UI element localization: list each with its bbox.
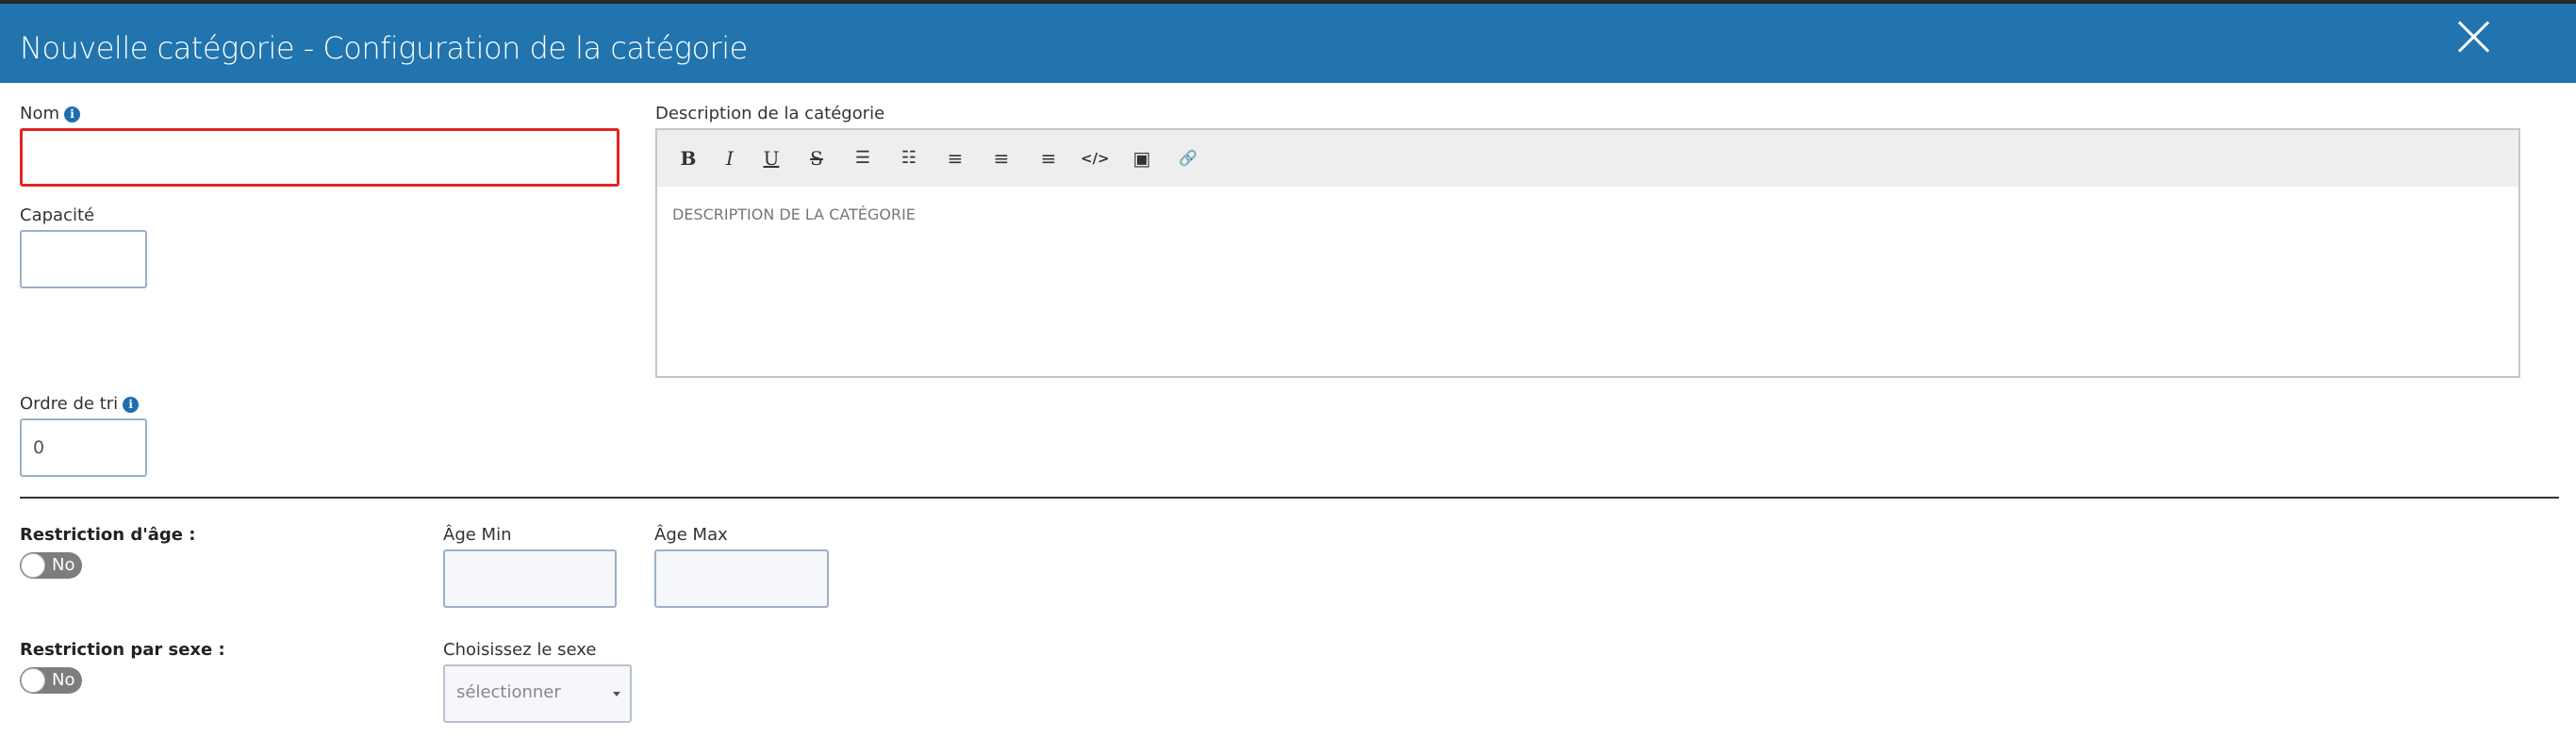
capacite-label: Capacité: [20, 205, 95, 225]
toggle-knob: [21, 668, 45, 693]
toggle-label: No: [52, 555, 75, 575]
strikethrough-button[interactable]: S: [802, 144, 831, 172]
category-modal: Nouvelle catégorie - Configuration de la…: [0, 4, 2576, 737]
description-editor[interactable]: B I U S ☰ ☷ ≡ ≡ ≡ </> ▣ 🔗 DESCRIPTION DE…: [655, 128, 2520, 378]
modal-title: Nouvelle catégorie - Configuration de la…: [20, 30, 748, 66]
align-center-button[interactable]: ≡: [987, 144, 1016, 172]
sex-restriction-toggle[interactable]: No: [20, 667, 82, 694]
numbered-list-button[interactable]: ☷: [895, 144, 923, 172]
sex-restriction-label: Restriction par sexe :: [20, 640, 225, 660]
nom-label-text: Nom: [20, 104, 60, 123]
sex-choose-label: Choisissez le sexe: [443, 640, 597, 660]
age-min-label: Âge Min: [443, 525, 512, 545]
description-label: Description de la catégorie: [655, 104, 885, 123]
modal-header: Nouvelle catégorie - Configuration de la…: [0, 4, 2576, 83]
age-restriction-toggle[interactable]: No: [20, 552, 82, 579]
underline-button[interactable]: U: [757, 144, 785, 172]
age-max-input[interactable]: [654, 549, 829, 608]
nom-input[interactable]: [20, 128, 619, 187]
code-button[interactable]: </>: [1081, 144, 1110, 172]
chevron-down-icon: [613, 692, 620, 696]
info-icon[interactable]: i: [123, 397, 140, 413]
capacite-input[interactable]: [20, 230, 147, 288]
bullet-list-button[interactable]: ☰: [849, 144, 877, 172]
ordre-input[interactable]: [20, 418, 147, 477]
sex-select-value: sélectionner: [456, 682, 561, 702]
bold-button[interactable]: B: [674, 144, 702, 172]
age-min-input[interactable]: [443, 549, 617, 608]
close-icon[interactable]: [2452, 15, 2495, 58]
ordre-label: Ordre de tri i: [20, 394, 140, 414]
italic-button[interactable]: I: [716, 144, 744, 172]
info-icon[interactable]: i: [64, 106, 81, 123]
editor-toolbar: B I U S ☰ ☷ ≡ ≡ ≡ </> ▣ 🔗: [657, 130, 2518, 187]
age-restriction-label: Restriction d'âge :: [20, 525, 196, 545]
link-button[interactable]: 🔗: [1174, 144, 1202, 172]
age-max-label: Âge Max: [654, 525, 728, 545]
image-button[interactable]: ▣: [1128, 144, 1156, 172]
toggle-knob: [21, 553, 45, 578]
divider: [20, 497, 2559, 499]
align-right-button[interactable]: ≡: [1034, 144, 1063, 172]
editor-placeholder: DESCRIPTION DE LA CATÉGORIE: [672, 205, 916, 223]
ordre-label-text: Ordre de tri: [20, 394, 119, 414]
align-left-button[interactable]: ≡: [941, 144, 969, 172]
toggle-label: No: [52, 670, 75, 690]
nom-label: Nom i: [20, 104, 81, 123]
sex-select[interactable]: sélectionner: [443, 664, 632, 723]
